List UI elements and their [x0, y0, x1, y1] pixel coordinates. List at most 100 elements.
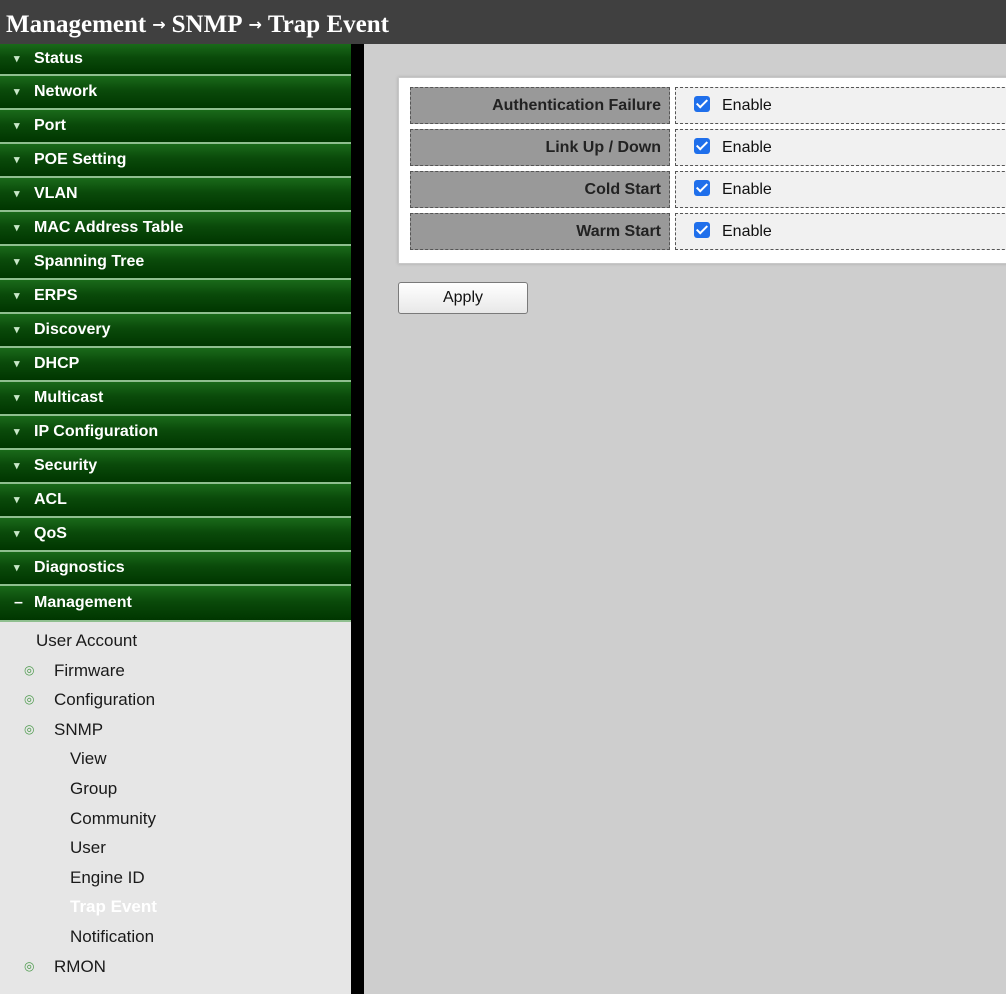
field-value: Enable: [675, 129, 1006, 166]
subitem-label: User Account: [36, 631, 138, 650]
subitem-label: Configuration: [54, 690, 156, 710]
sidebar-item-ip-configuration[interactable]: ▾ IP Configuration: [0, 416, 351, 450]
sidebar-item-label: Multicast: [34, 389, 104, 406]
sidebar-item-label: POE Setting: [34, 151, 127, 168]
sidebar-item-label: Management: [34, 594, 132, 611]
sidebar-item-label: Discovery: [34, 321, 111, 338]
sidebar-item-label: VLAN: [34, 185, 78, 202]
sidebar-subitem-view[interactable]: View: [0, 744, 351, 774]
subitem-label: Group: [70, 778, 118, 798]
form-row-link-up-down: Link Up / Down Enable: [410, 129, 1006, 167]
sidebar-item-erps[interactable]: ▾ ERPS: [0, 280, 351, 314]
sidebar-item-label: MAC Address Table: [34, 219, 184, 236]
chevron-down-icon: ▾: [14, 290, 20, 302]
subitem-label: Engine ID: [70, 867, 145, 887]
field-label: Link Up / Down: [410, 129, 670, 166]
subitem-label: View: [70, 749, 107, 769]
sidebar-item-multicast[interactable]: ▾ Multicast: [0, 382, 351, 416]
sidebar-subitem-user-account[interactable]: User Account: [0, 626, 351, 656]
chevron-down-icon: ▾: [14, 392, 20, 404]
chevron-down-icon: ▾: [14, 494, 20, 506]
chevron-down-icon: ▾: [14, 324, 20, 336]
checkbox-label: Enable: [722, 139, 772, 156]
sidebar-item-label: DHCP: [34, 355, 80, 372]
chevron-down-icon: ▾: [14, 86, 20, 98]
subitem-label: Community: [70, 808, 156, 828]
sidebar-item-label: IP Configuration: [34, 423, 159, 440]
sidebar-item-label: Diagnostics: [34, 559, 125, 576]
cold-start-checkbox[interactable]: [694, 179, 710, 196]
form-row-warm-start: Warm Start Enable: [410, 213, 1006, 251]
sidebar-subitem-configuration[interactable]: ◎ Configuration: [0, 685, 351, 715]
chevron-down-icon: ▾: [14, 358, 20, 370]
sidebar-subitem-engine-id[interactable]: Engine ID: [0, 863, 351, 893]
sidebar-item-label: Port: [34, 117, 66, 134]
chevron-down-icon: ▾: [14, 256, 20, 268]
sidebar-item-management[interactable]: – Management: [0, 586, 351, 622]
checkbox-label: Enable: [722, 223, 772, 240]
chevron-down-icon: ▾: [14, 460, 20, 472]
sidebar-item-label: Spanning Tree: [34, 253, 145, 270]
sidebar-item-discovery[interactable]: ▾ Discovery: [0, 314, 351, 348]
sidebar-scrollbar[interactable]: [351, 44, 364, 994]
sidebar-item-label: ERPS: [34, 287, 78, 304]
apply-button[interactable]: Apply: [398, 282, 528, 314]
collapse-icon: –: [14, 594, 23, 611]
sidebar-item-label: Status: [34, 50, 83, 67]
sidebar-item-spanning-tree[interactable]: ▾ Spanning Tree: [0, 246, 351, 280]
expand-icon: ◎: [24, 662, 35, 677]
sidebar-item-vlan[interactable]: ▾ VLAN: [0, 178, 351, 212]
arrow-right-icon: →: [152, 15, 166, 34]
sidebar-item-network[interactable]: ▾ Network: [0, 76, 351, 110]
sidebar-item-mac-address-table[interactable]: ▾ MAC Address Table: [0, 212, 351, 246]
sidebar-item-label: ACL: [34, 491, 67, 508]
sidebar-item-poe-setting[interactable]: ▾ POE Setting: [0, 144, 351, 178]
subitem-label: RMON: [54, 956, 106, 976]
chevron-down-icon: ▾: [14, 120, 20, 132]
sidebar-item-dhcp[interactable]: ▾ DHCP: [0, 348, 351, 382]
field-label: Cold Start: [410, 171, 670, 208]
sidebar-item-diagnostics[interactable]: ▾ Diagnostics: [0, 552, 351, 586]
sidebar-subitem-notification[interactable]: Notification: [0, 922, 351, 952]
sidebar-subitem-snmp[interactable]: ◎ SNMP: [0, 715, 351, 745]
arrow-right-icon: →: [248, 15, 262, 34]
expand-icon: ◎: [24, 958, 35, 973]
sidebar-subitem-user[interactable]: User: [0, 833, 351, 863]
field-value: Enable: [675, 213, 1006, 250]
breadcrumb-trap-event: Trap Event: [267, 11, 389, 38]
sidebar-subitem-community[interactable]: Community: [0, 804, 351, 834]
expand-icon: ◎: [24, 692, 35, 707]
field-label: Authentication Failure: [410, 87, 670, 124]
sidebar-item-port[interactable]: ▾ Port: [0, 110, 351, 144]
sidebar-item-status[interactable]: ▾ Status: [0, 44, 351, 76]
trap-event-panel: Authentication Failure Enable Link Up / …: [398, 77, 1006, 264]
sidebar-subitem-trap-event[interactable]: Trap Event: [0, 892, 351, 922]
sidebar-item-label: Network: [34, 83, 98, 100]
subitem-label: Firmware: [54, 660, 125, 680]
checkbox-label: Enable: [722, 97, 772, 114]
chevron-down-icon: ▾: [14, 562, 20, 574]
chevron-down-icon: ▾: [14, 188, 20, 200]
sidebar-item-qos[interactable]: ▾ QoS: [0, 518, 351, 552]
subitem-label: SNMP: [54, 719, 104, 739]
subitem-label: Notification: [70, 926, 155, 946]
chevron-down-icon: ▾: [14, 53, 20, 65]
form-row-cold-start: Cold Start Enable: [410, 171, 1006, 209]
warm-start-checkbox[interactable]: [694, 221, 710, 238]
sidebar: ▾ Status ▾ Network ▾ Port ▾ POE Setting ▾ VLA…: [0, 44, 351, 994]
page-title: Management → SNMP → Trap Event: [0, 0, 1006, 44]
authentication-failure-checkbox[interactable]: [694, 95, 710, 112]
sidebar-item-acl[interactable]: ▾ ACL: [0, 484, 351, 518]
field-value: Enable: [675, 171, 1006, 208]
chevron-down-icon: ▾: [14, 154, 20, 166]
breadcrumb-management: Management: [6, 11, 147, 38]
subitem-label: Trap Event: [70, 897, 157, 917]
field-label: Warm Start: [410, 213, 670, 250]
link-up-down-checkbox[interactable]: [694, 137, 710, 154]
breadcrumb-snmp: SNMP: [171, 11, 243, 38]
chevron-down-icon: ▾: [14, 222, 20, 234]
sidebar-subitem-group[interactable]: Group: [0, 774, 351, 804]
sidebar-subitem-rmon[interactable]: ◎ RMON: [0, 952, 351, 982]
sidebar-item-security[interactable]: ▾ Security: [0, 450, 351, 484]
sidebar-subitem-firmware[interactable]: ◎ Firmware: [0, 656, 351, 686]
